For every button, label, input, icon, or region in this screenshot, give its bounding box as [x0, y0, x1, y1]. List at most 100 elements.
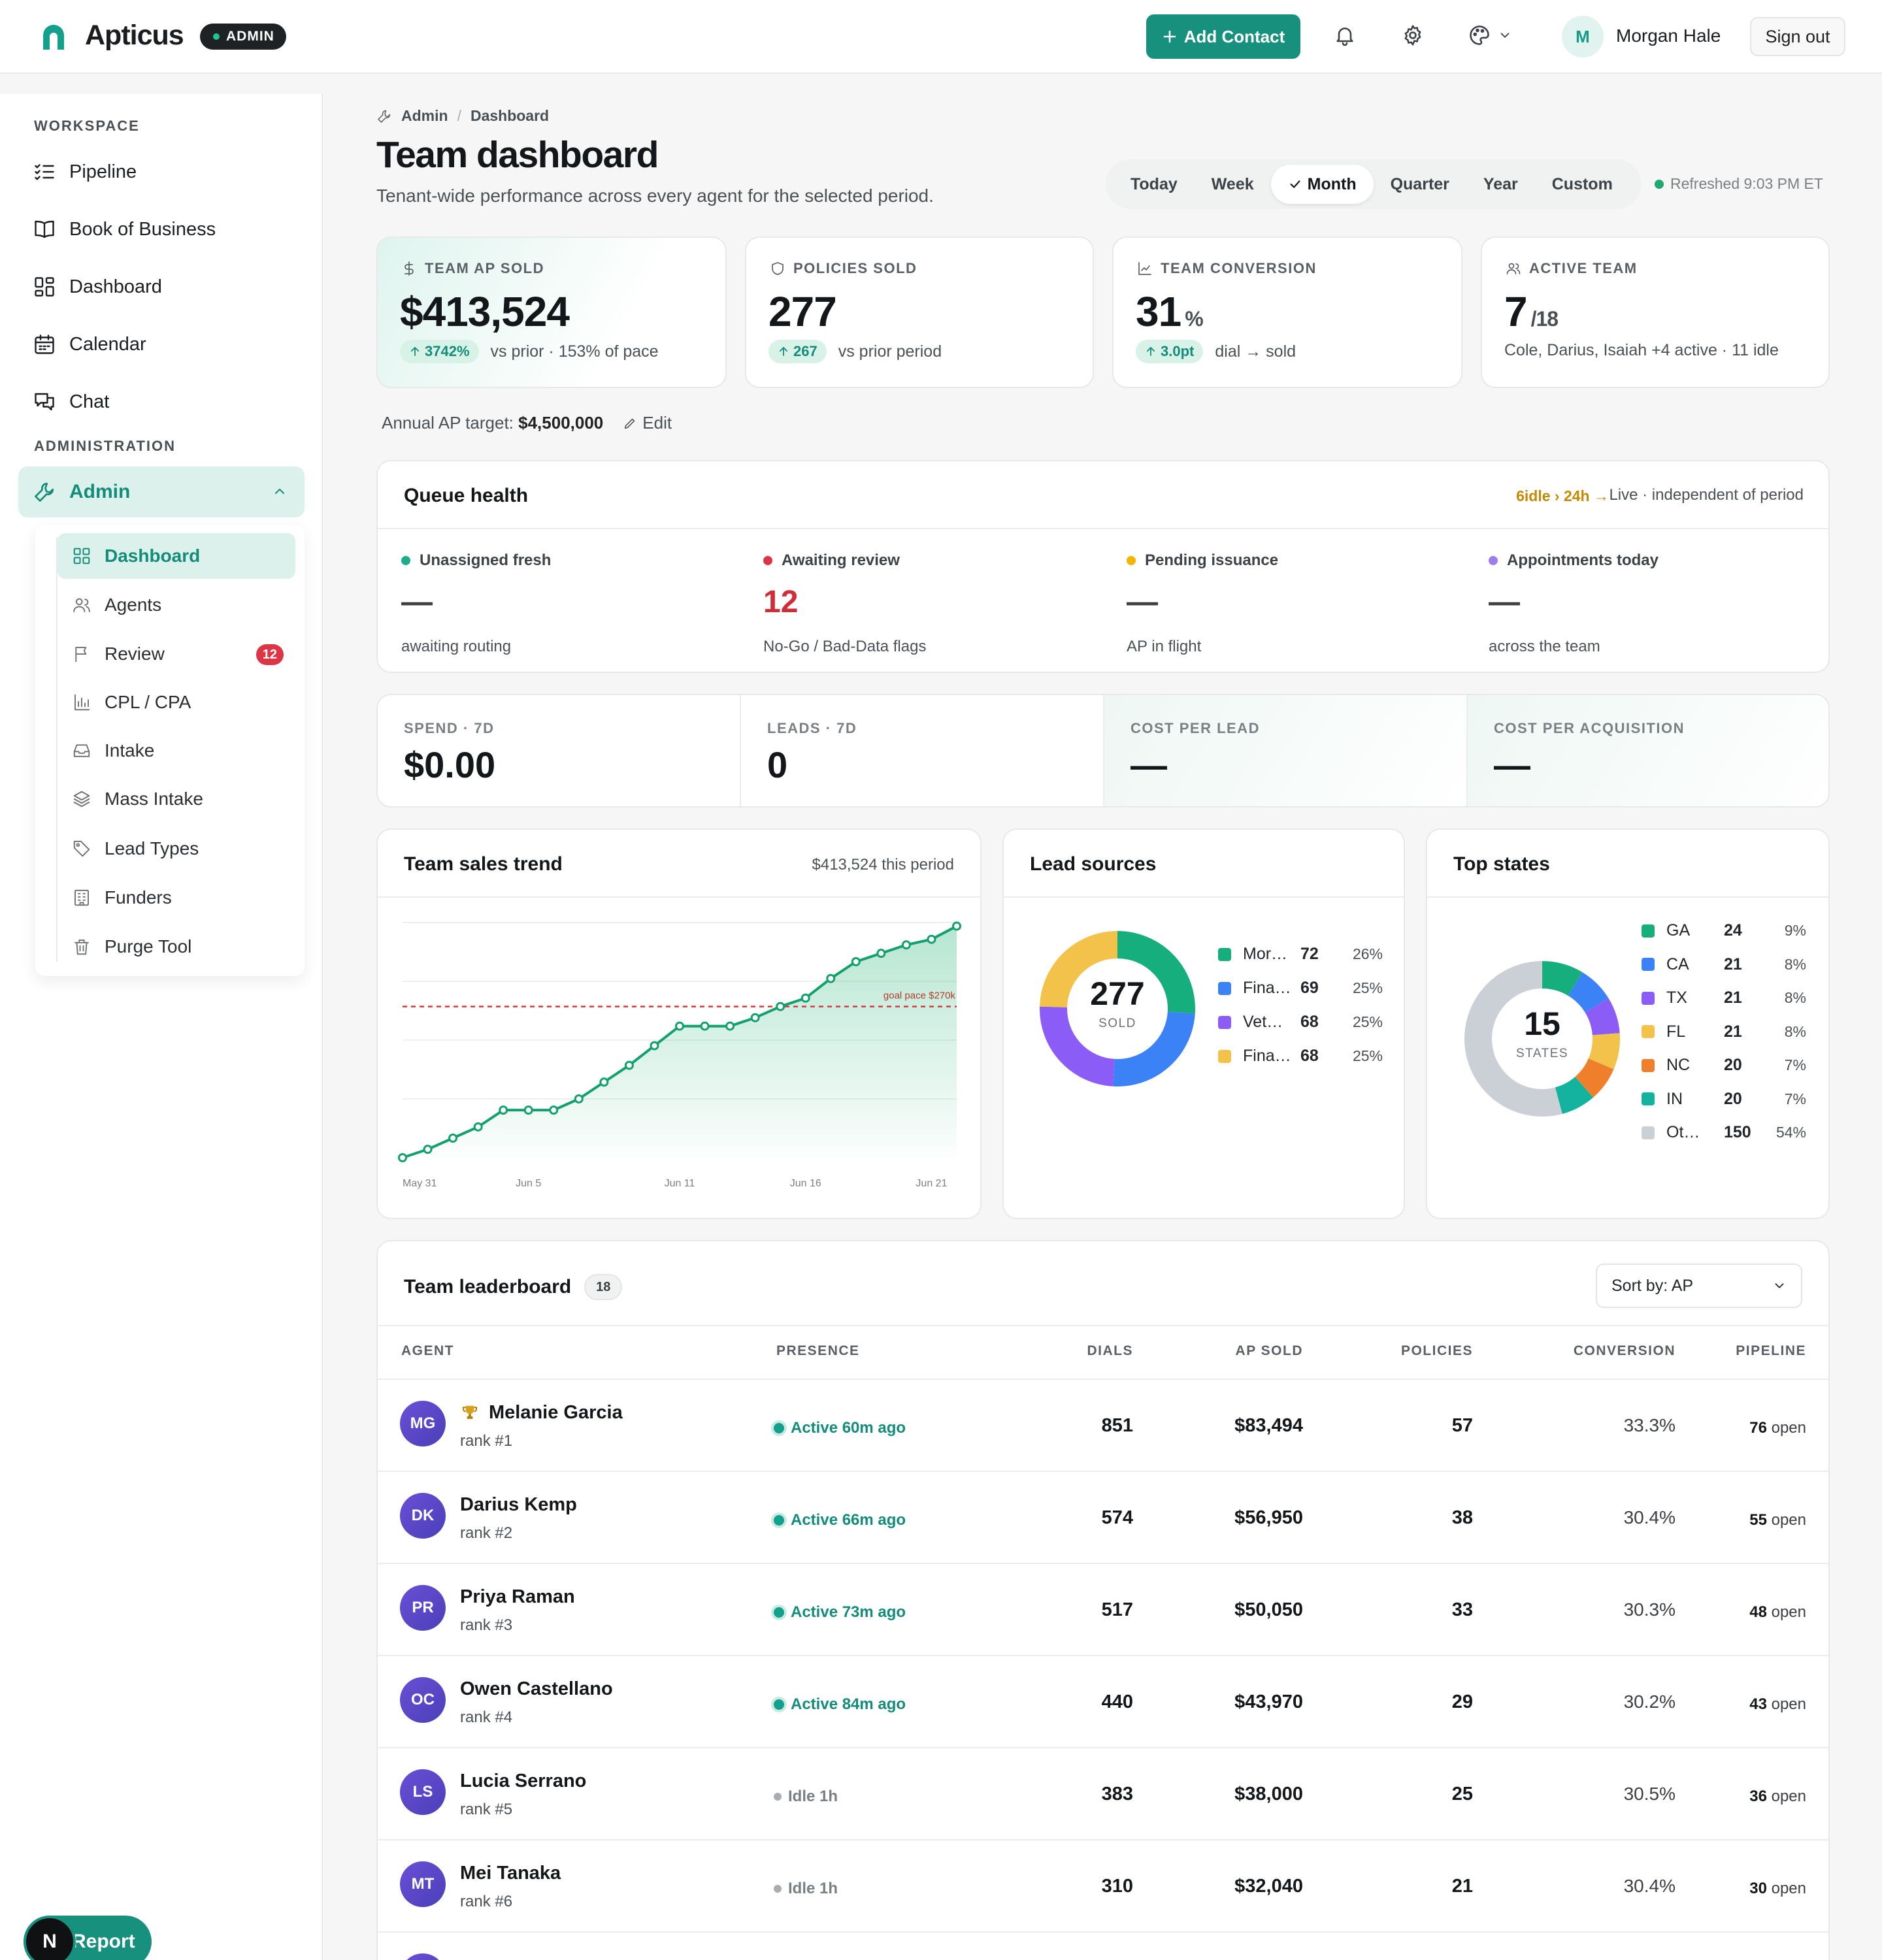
table-row[interactable]: PR Priya Raman rank #3 Active 73m ago 51… [378, 1563, 1828, 1654]
agent-name[interactable]: Darius Kemp [460, 1494, 577, 1516]
legend-item[interactable]: IN 20 7% [1642, 1090, 1806, 1109]
column-header-policies[interactable]: POLICIES [1342, 1343, 1473, 1359]
gear-icon[interactable] [1401, 24, 1425, 47]
trend-point[interactable] [523, 1105, 533, 1115]
legend-item[interactable]: Fina… 69 25% [1218, 979, 1383, 998]
legend-item[interactable]: GA 24 9% [1642, 921, 1806, 940]
trend-point[interactable] [650, 1041, 659, 1051]
queue-unassigned-fresh[interactable]: Unassigned fresh — awaiting routing [401, 551, 741, 656]
avatar[interactable]: M [1562, 16, 1604, 57]
trend-point[interactable] [624, 1060, 634, 1070]
sign-out-button[interactable]: Sign out [1750, 17, 1845, 56]
legend-item[interactable]: Ot… 150 54% [1642, 1123, 1806, 1142]
table-row[interactable]: DK Darius Kemp rank #2 Active 66m ago 57… [378, 1471, 1828, 1562]
trend-point[interactable] [851, 957, 861, 966]
agent-name[interactable]: Melanie Garcia [460, 1402, 623, 1424]
trend-point[interactable] [801, 993, 810, 1003]
period-today[interactable]: Today [1114, 165, 1195, 204]
trend-point[interactable] [776, 1002, 785, 1011]
agent-name[interactable]: Owen Castellano [460, 1678, 613, 1700]
queue-pending-issuance[interactable]: Pending issuance — AP in flight [1127, 551, 1466, 656]
period-week[interactable]: Week [1195, 165, 1271, 204]
legend-item[interactable]: Fina… 68 25% [1218, 1047, 1383, 1066]
sort-select[interactable]: Sort by: AP [1596, 1264, 1802, 1308]
trend-point[interactable] [952, 921, 961, 931]
sidebar-item-dashboard[interactable]: Dashboard [33, 267, 162, 306]
sidebar-item-admin-dashboard[interactable]: Dashboard [58, 533, 295, 579]
column-header-agent[interactable]: AGENT [401, 1343, 454, 1359]
trend-point[interactable] [927, 934, 936, 944]
queue-appointments-today[interactable]: Appointments today — across the team [1489, 551, 1828, 656]
legend-item[interactable]: Vet… 68 25% [1218, 1013, 1383, 1032]
agent-name[interactable]: Priya Raman [460, 1586, 575, 1608]
sidebar-item-book-of-business[interactable]: Book of Business [33, 210, 216, 249]
table-row[interactable]: OC Owen Castellano rank #4 Active 84m ag… [378, 1655, 1828, 1746]
sidebar-item-purge-tool[interactable]: Purge Tool [58, 924, 295, 970]
sidebar-item-agents[interactable]: Agents [58, 582, 295, 628]
trend-point[interactable] [876, 949, 886, 958]
period-custom[interactable]: Custom [1535, 165, 1630, 204]
trend-point[interactable] [549, 1105, 559, 1115]
report-button[interactable]: N Report [24, 1916, 152, 1960]
edit-target-button[interactable]: Edit [623, 413, 672, 433]
queue-awaiting-review[interactable]: Awaiting review 12 No-Go / Bad-Data flag… [763, 551, 1103, 656]
bell-icon[interactable] [1333, 24, 1357, 47]
column-header-presence[interactable]: PRESENCE [776, 1343, 860, 1359]
add-contact-button[interactable]: Add Contact [1146, 14, 1300, 59]
trend-point[interactable] [826, 973, 836, 983]
trend-point[interactable] [599, 1077, 609, 1087]
legend-item[interactable]: Mor… 72 26% [1218, 945, 1383, 964]
sidebar-item-chat[interactable]: Chat [33, 382, 109, 421]
breadcrumb-admin-link[interactable]: Admin [401, 107, 448, 125]
app-name[interactable]: Apticus [85, 20, 184, 52]
table-row[interactable]: MT Mei Tanaka rank #6 Idle 1h 310 $32,04… [378, 1839, 1828, 1931]
sidebar-item-calendar[interactable]: Calendar [33, 325, 146, 364]
kpi-card-active-team[interactable]: ACTIVE TEAM 7/18 Cole, Darius, Isaiah +4… [1481, 237, 1830, 388]
trend-point[interactable] [574, 1094, 584, 1103]
donut-slice[interactable] [1568, 972, 1609, 1013]
sidebar-item-funders[interactable]: Funders [58, 875, 295, 921]
trend-point[interactable] [750, 1013, 760, 1022]
sidebar-item-mass-intake[interactable]: Mass Intake [58, 776, 295, 822]
column-header-dials[interactable]: DIALS [1068, 1343, 1133, 1359]
column-header-pipeline[interactable]: PIPELINE [1676, 1343, 1806, 1359]
legend-item[interactable]: TX 21 8% [1642, 988, 1806, 1007]
sidebar-item-review[interactable]: Review 12 [58, 631, 295, 677]
donut-slice[interactable] [1555, 1076, 1593, 1114]
kpi-card-team-ap-sold[interactable]: TEAM AP SOLD $413,524 3742% vs prior · 1… [376, 237, 727, 388]
sidebar-item-pipeline[interactable]: Pipeline [33, 152, 137, 191]
legend-item[interactable]: CA 21 8% [1642, 955, 1806, 974]
trend-point[interactable] [473, 1122, 483, 1132]
trend-point[interactable] [675, 1021, 684, 1031]
trend-point[interactable] [700, 1021, 710, 1031]
agent-name[interactable]: Mei Tanaka [460, 1863, 561, 1884]
kpi-card-policies-sold[interactable]: POLICIES SOLD 277 267 vs prior period [745, 237, 1094, 388]
table-row[interactable]: MG Melanie Garcia rank #1 Active 60m ago… [378, 1379, 1828, 1470]
donut-slice[interactable] [1542, 961, 1583, 996]
sidebar-item-admin[interactable]: Admin [18, 466, 305, 517]
sidebar-item-intake[interactable]: Intake [58, 728, 295, 774]
table-row[interactable] [378, 1931, 1828, 1960]
period-month[interactable]: Month [1270, 165, 1374, 204]
trend-point[interactable] [398, 1153, 407, 1162]
column-header-ap-sold[interactable]: AP SOLD [1172, 1343, 1303, 1359]
period-quarter[interactable]: Quarter [1374, 165, 1466, 204]
trend-point[interactable] [499, 1105, 508, 1115]
trend-point[interactable] [423, 1145, 433, 1154]
trend-point[interactable] [448, 1134, 458, 1143]
legend-item[interactable]: FL 21 8% [1642, 1022, 1806, 1041]
user-name[interactable]: Morgan Hale [1616, 25, 1721, 46]
trend-point[interactable] [901, 940, 911, 950]
trend-point[interactable] [725, 1021, 735, 1031]
sidebar-item-lead-types[interactable]: Lead Types [58, 826, 295, 872]
period-year[interactable]: Year [1466, 165, 1535, 204]
donut-slice[interactable] [1574, 1058, 1614, 1098]
theme-menu-button[interactable] [1468, 24, 1512, 47]
column-header-conversion[interactable]: CONVERSION [1512, 1343, 1676, 1359]
table-row[interactable]: LS Lucia Serrano rank #5 Idle 1h 383 $38… [378, 1747, 1828, 1838]
kpi-card-team-conversion[interactable]: TEAM CONVERSION 31% 3.0pt dial → sold [1112, 237, 1462, 388]
idle-warning-link[interactable]: 6idle › 24h → [1516, 487, 1609, 505]
agent-name[interactable]: Lucia Serrano [460, 1771, 586, 1792]
legend-item[interactable]: NC 20 7% [1642, 1056, 1806, 1075]
sidebar-item-cpl-cpa[interactable]: CPL / CPA [58, 679, 295, 725]
